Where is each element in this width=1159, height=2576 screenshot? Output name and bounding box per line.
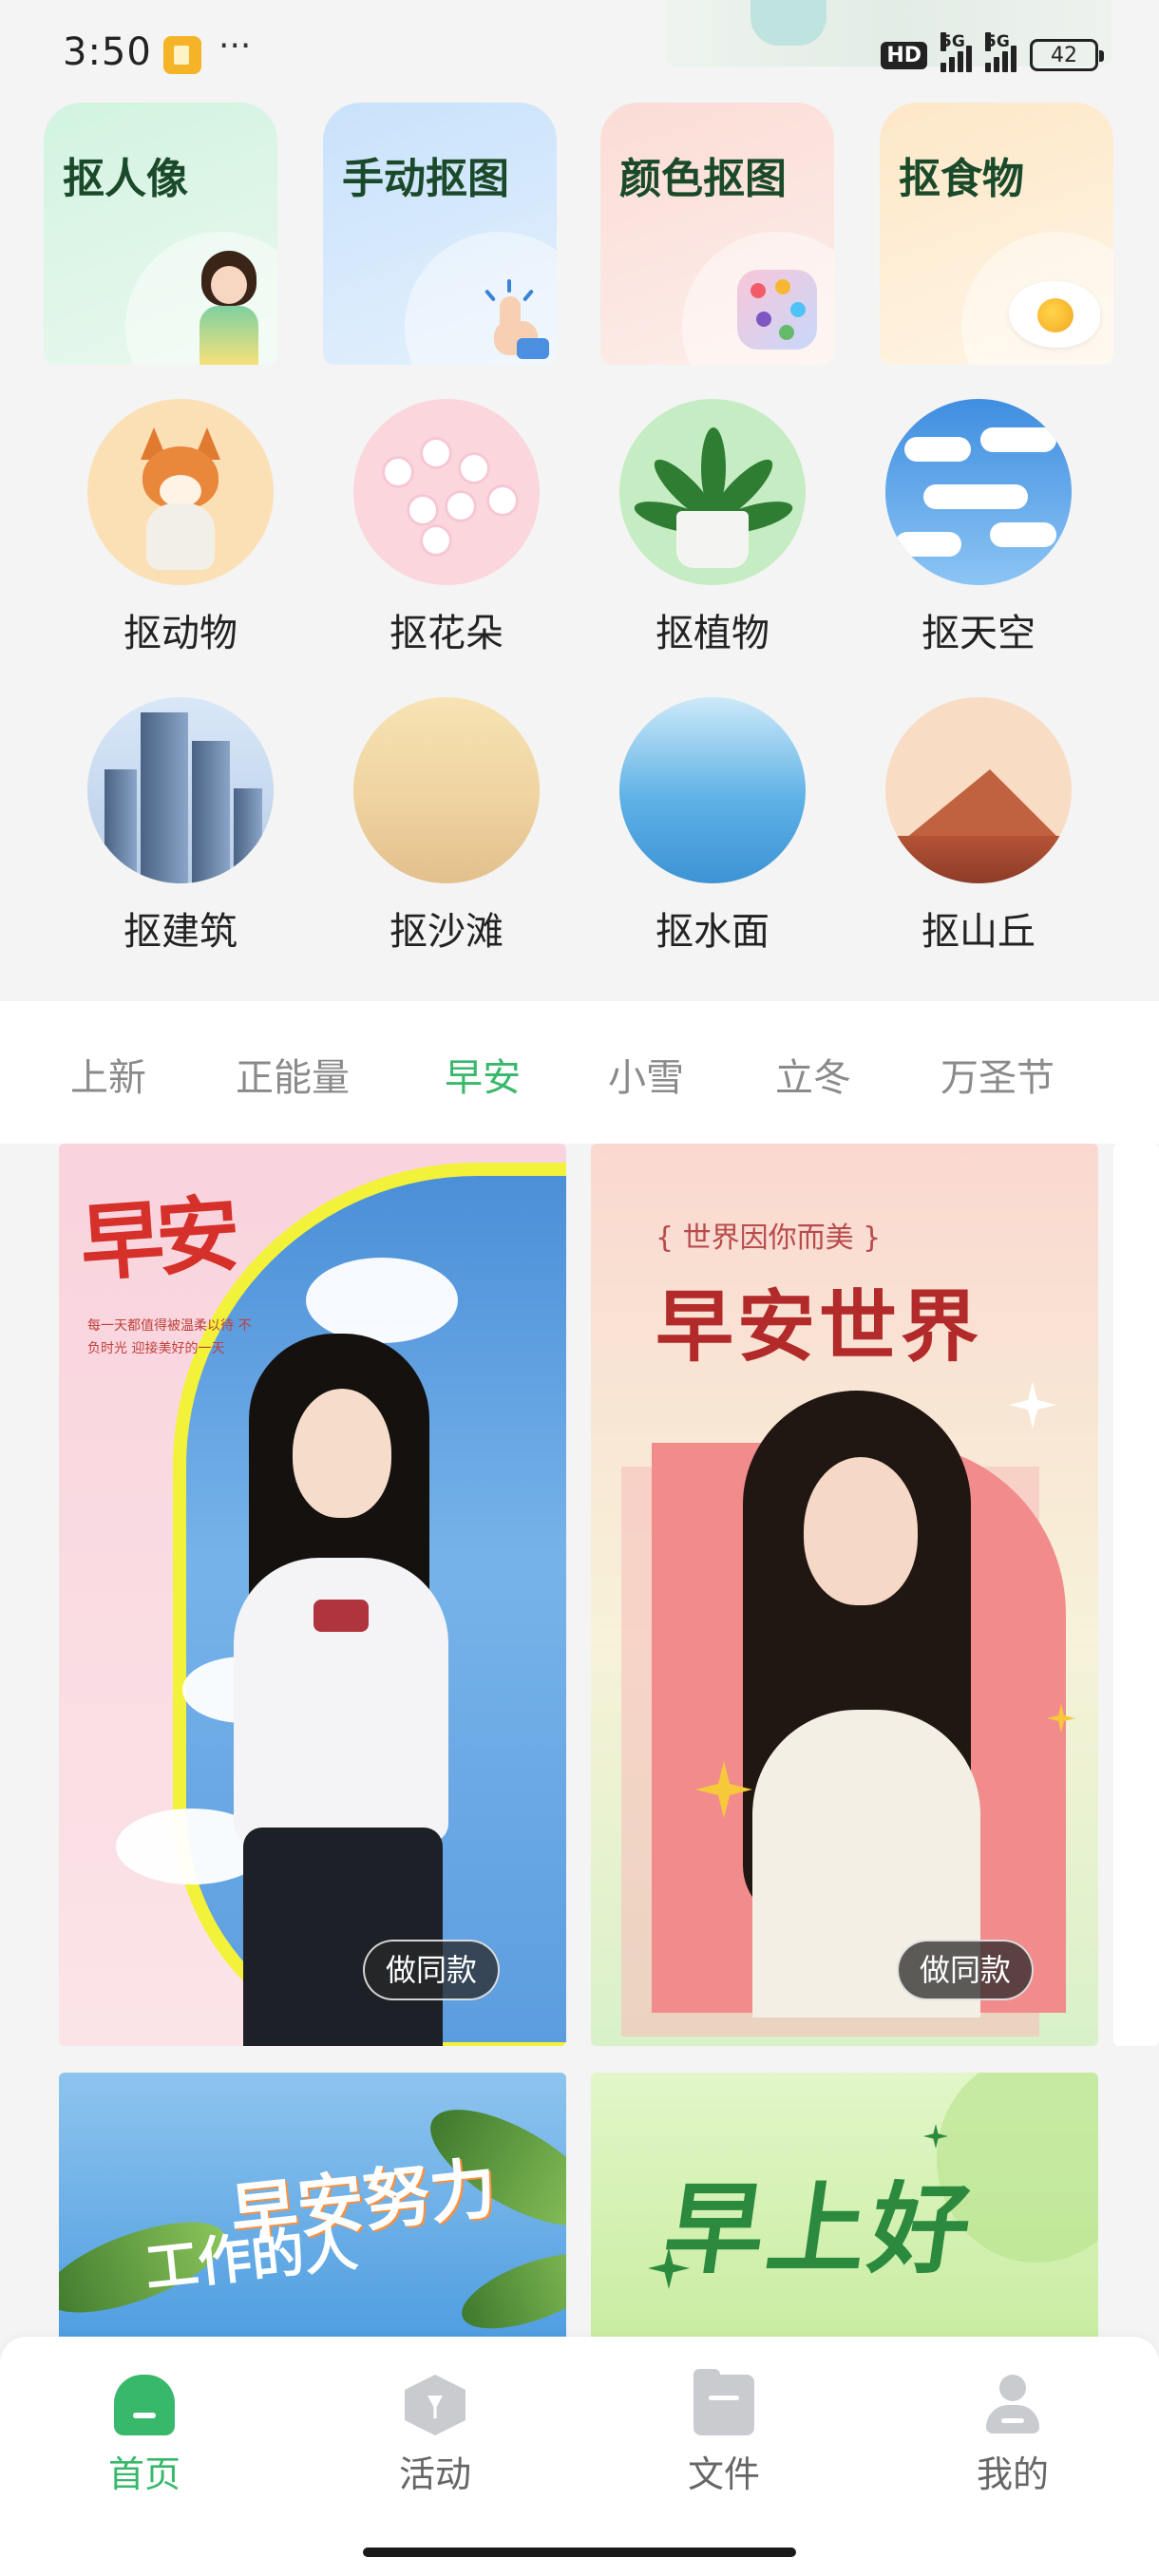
category-label: 抠花朵 — [390, 612, 504, 655]
more-notifications-icon: ··· — [218, 27, 252, 66]
home-indicator[interactable] — [363, 2548, 796, 2557]
status-time: 3:50 — [63, 30, 152, 74]
make-same-button[interactable]: 做同款 — [897, 1940, 1035, 2000]
tab-new[interactable]: 上新 — [70, 1047, 146, 1102]
feature-label: 抠食物 — [899, 155, 1024, 203]
signal-icon-2: 5G — [985, 32, 1016, 72]
tab-positive-energy[interactable]: 正能量 — [236, 1047, 350, 1102]
feature-label: 手动抠图 — [342, 155, 509, 203]
fried-egg-icon — [1009, 281, 1100, 348]
template-title: 早安世界 — [656, 1281, 983, 1373]
tab-light-snow[interactable]: 小雪 — [608, 1047, 684, 1102]
beach-icon — [353, 697, 540, 883]
tab-halloween[interactable]: 万圣节 — [940, 1047, 1054, 1102]
tab-good-morning[interactable]: 早安 — [445, 1047, 521, 1102]
home-icon — [114, 2375, 175, 2435]
feature-cards: 抠人像 手动抠图 颜色抠图 抠食物 — [44, 103, 1117, 365]
category-label: 抠动物 — [124, 612, 238, 655]
make-same-button[interactable]: 做同款 — [363, 1940, 501, 2000]
template-card[interactable]: { 世界因你而美 } 早安世界 做同款 — [591, 1144, 1098, 2046]
notification-app-icon — [163, 36, 201, 74]
feature-card-portrait[interactable]: 抠人像 — [44, 103, 277, 365]
category-label: 抠沙滩 — [390, 910, 504, 954]
profile-icon — [982, 2375, 1043, 2435]
template-section: 上新 正能量 早安 小雪 立冬 万圣节 早安 每一天都值得被温柔以待 不负时光 … — [0, 1001, 1159, 2378]
cloud-shape — [306, 1258, 458, 1343]
building-icon — [87, 697, 274, 883]
hand-tap-icon — [475, 279, 549, 359]
folder-icon — [694, 2369, 754, 2435]
water-icon — [619, 697, 806, 883]
category-beach[interactable]: 抠沙滩 — [314, 697, 580, 963]
template-subtitle: { 世界因你而美 } — [656, 1222, 882, 1255]
template-title: 早安 — [77, 1184, 236, 1294]
potted-plant-icon — [619, 399, 806, 585]
activity-icon — [405, 2375, 466, 2435]
category-plant[interactable]: 抠植物 — [580, 399, 846, 665]
portrait-icon — [196, 251, 262, 365]
nav-profile[interactable]: 我的 — [918, 2375, 1108, 2508]
category-water[interactable]: 抠水面 — [580, 697, 846, 963]
nav-files[interactable]: 文件 — [629, 2369, 819, 2508]
category-label: 抠山丘 — [922, 910, 1036, 954]
status-indicators: HD 5G 5G 42 — [881, 32, 1104, 76]
template-card-peek[interactable] — [1113, 1144, 1159, 2046]
network-type-label: 5G — [985, 32, 1010, 51]
battery-level: 42 — [1051, 43, 1077, 67]
fox-icon — [87, 399, 274, 585]
feature-label: 抠人像 — [63, 155, 188, 203]
category-label: 抠植物 — [656, 612, 770, 655]
nav-label: 文件 — [687, 2453, 760, 2495]
nav-label: 首页 — [107, 2453, 180, 2495]
battery-icon: 42 — [1030, 39, 1104, 71]
template-card[interactable]: 早上好 — [591, 2073, 1098, 2358]
feature-card-food-cutout[interactable]: 抠食物 — [880, 103, 1113, 365]
tab-start-of-winter[interactable]: 立冬 — [775, 1047, 851, 1102]
category-hill[interactable]: 抠山丘 — [846, 697, 1112, 963]
network-type-label: 5G — [940, 32, 965, 51]
category-label: 抠建筑 — [124, 910, 238, 954]
topic-tab-bar: 上新 正能量 早安 小雪 立冬 万圣节 — [0, 1001, 1159, 1144]
category-flower[interactable]: 抠花朵 — [314, 399, 580, 665]
feature-card-manual-cutout[interactable]: 手动抠图 — [323, 103, 557, 365]
category-animal[interactable]: 抠动物 — [48, 399, 314, 665]
category-label: 抠天空 — [922, 612, 1036, 655]
hd-voice-icon: HD — [881, 41, 927, 69]
template-title-line2: 工作的人 — [142, 2215, 361, 2301]
sky-icon — [885, 399, 1072, 585]
template-card[interactable]: 早安 每一天都值得被温柔以待 不负时光 迎接美好的一天 做同款 — [59, 1144, 566, 2046]
feature-card-color-cutout[interactable]: 颜色抠图 — [600, 103, 834, 365]
category-label: 抠水面 — [656, 910, 770, 954]
model-photo — [686, 1391, 1047, 2017]
template-card[interactable]: 早安努力 工作的人 — [59, 2073, 566, 2358]
nav-label: 我的 — [976, 2453, 1049, 2495]
nav-activity[interactable]: 活动 — [340, 2375, 530, 2508]
flower-icon — [353, 399, 540, 585]
template-feed: 早安 每一天都值得被温柔以待 不负时光 迎接美好的一天 做同款 { 世界因你而美… — [0, 1144, 1159, 2378]
leaf-shape — [452, 2238, 566, 2344]
nav-label: 活动 — [398, 2453, 471, 2495]
category-sky[interactable]: 抠天空 — [846, 399, 1112, 665]
signal-icon-1: 5G — [940, 32, 972, 72]
nav-home[interactable]: 首页 — [49, 2375, 239, 2508]
palette-icon — [737, 270, 817, 350]
app-screen: 3:50 ··· HD 5G 5G 42 抠人像 手动抠图 颜色抠图 抠食物 抠… — [0, 0, 1159, 2576]
template-title: 早上好 — [657, 2170, 982, 2287]
category-grid: 抠动物 抠花朵 抠植物 抠天空 抠建筑 抠沙滩 抠水面 抠山丘 — [0, 399, 1159, 969]
feature-label: 颜色抠图 — [619, 155, 787, 203]
hill-icon — [885, 697, 1072, 883]
bottom-navigation: 首页 活动 文件 我的 — [0, 2337, 1159, 2576]
category-building[interactable]: 抠建筑 — [48, 697, 314, 963]
status-bar: 3:50 ··· HD 5G 5G 42 — [0, 0, 1159, 104]
